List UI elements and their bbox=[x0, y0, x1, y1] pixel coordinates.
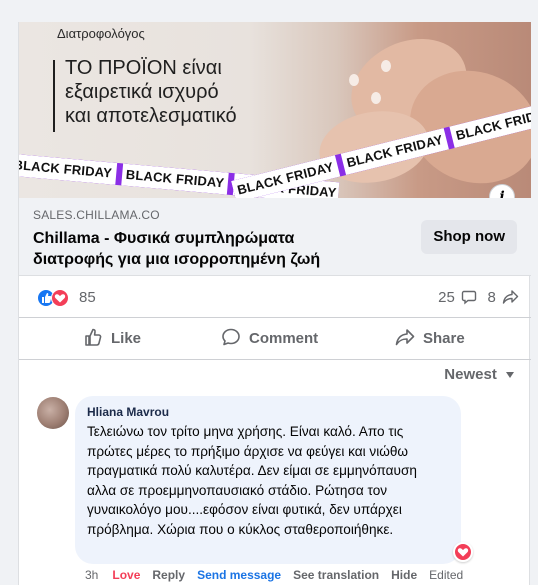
comment-text: Τελειώνω τον τρίτο μηνα χρήσης. Είναι κα… bbox=[87, 424, 417, 537]
thumbs-up-icon bbox=[85, 328, 102, 346]
send-message-action[interactable]: Send message bbox=[197, 568, 281, 582]
comment-sort-dropdown[interactable]: Newest bbox=[444, 366, 515, 383]
love-action[interactable]: Love bbox=[112, 568, 140, 582]
share-icon bbox=[395, 329, 415, 346]
share-button[interactable]: Share bbox=[395, 326, 465, 352]
link-domain: SALES.CHILLAMA.CO bbox=[33, 208, 160, 222]
share-count-value: 8 bbox=[487, 289, 496, 306]
ad-quote: ΤΟ ΠΡΟΪΟΝ είναι εξαιρετικά ισχυρό και απ… bbox=[53, 56, 303, 132]
shop-now-button[interactable]: Shop now bbox=[421, 220, 517, 254]
comment-bubble: Hliana Mavrou Τελειώνω τον τρίτο μηνα χρ… bbox=[75, 396, 461, 564]
reactions-summary: 85 25 8 bbox=[19, 276, 531, 318]
share-label: Share bbox=[423, 330, 465, 347]
comment-icon bbox=[222, 328, 240, 346]
link-preview[interactable]: SALES.CHILLAMA.CO Chillama - Φυσικά συμπ… bbox=[19, 198, 531, 276]
ad-quote-line: και αποτελεσματικό bbox=[65, 105, 237, 127]
comment-label: Comment bbox=[249, 330, 319, 347]
post-actions: Like Comment Share bbox=[19, 318, 531, 360]
hide-action[interactable]: Hide bbox=[391, 568, 417, 582]
fingernail bbox=[371, 92, 381, 104]
love-reaction-badge-icon[interactable] bbox=[453, 542, 473, 562]
reaction-icons[interactable] bbox=[37, 289, 77, 307]
comment-time[interactable]: 3h bbox=[85, 568, 98, 582]
feed-post: Διατροφολόγος ΤΟ ΠΡΟΪΟΝ είναι εξαιρετικά… bbox=[18, 22, 531, 585]
see-translation-action[interactable]: See translation bbox=[293, 568, 379, 582]
reply-action[interactable]: Reply bbox=[152, 568, 185, 582]
like-label: Like bbox=[111, 330, 142, 347]
like-button[interactable]: Like bbox=[83, 326, 141, 352]
share-count[interactable]: 8 bbox=[487, 289, 519, 306]
share-arrow-icon bbox=[502, 290, 519, 304]
reaction-count[interactable]: 85 bbox=[79, 289, 96, 306]
comment-button[interactable]: Comment bbox=[221, 326, 318, 352]
caret-down-icon bbox=[506, 372, 514, 378]
ad-brand-label: Διατροφολόγος bbox=[57, 26, 145, 41]
comment-count-value: 25 bbox=[438, 289, 455, 306]
ad-quote-line: ΤΟ ΠΡΟΪΟΝ είναι bbox=[65, 57, 222, 79]
link-title[interactable]: Chillama - Φυσικά συμπληρώματα διατροφής… bbox=[33, 228, 373, 270]
sort-label: Newest bbox=[444, 366, 497, 383]
love-reaction-icon bbox=[51, 289, 69, 307]
avatar[interactable] bbox=[37, 397, 69, 429]
comment-meta: 3h Love Reply Send message See translation Hi… bbox=[85, 568, 463, 582]
comment-count[interactable]: 25 bbox=[438, 289, 477, 306]
fingernail bbox=[349, 74, 359, 86]
ad-image[interactable]: Διατροφολόγος ΤΟ ΠΡΟΪΟΝ είναι εξαιρετικά… bbox=[19, 22, 531, 198]
ad-quote-line: εξαιρετικά ισχυρό bbox=[65, 81, 219, 103]
comment-bubble-icon bbox=[461, 290, 477, 305]
edited-label: Edited bbox=[429, 568, 464, 582]
comment-author[interactable]: Hliana Mavrou bbox=[87, 404, 449, 420]
fingernail bbox=[381, 60, 391, 72]
